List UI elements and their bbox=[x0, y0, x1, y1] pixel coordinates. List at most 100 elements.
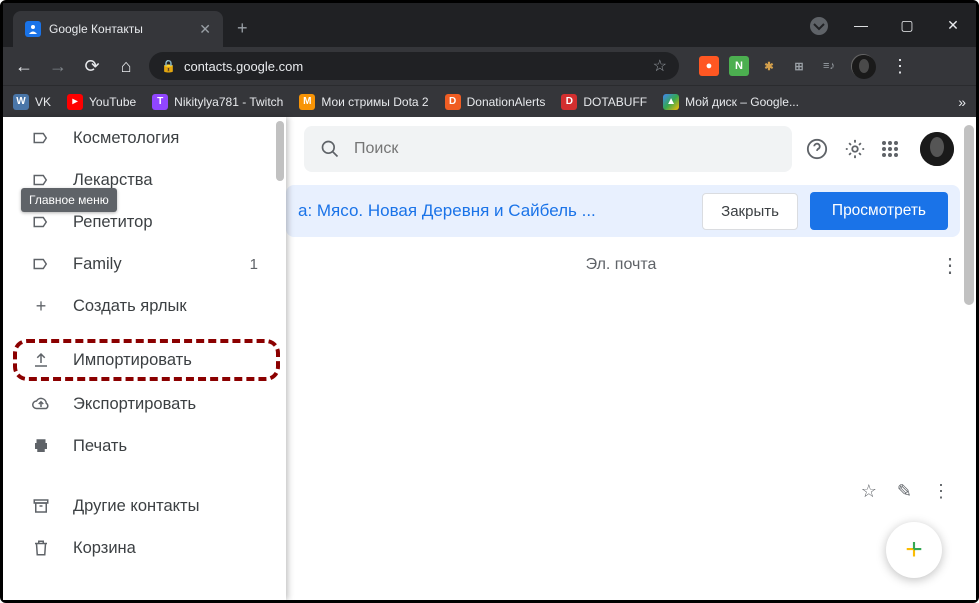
search-box[interactable] bbox=[304, 126, 792, 172]
window-maximize-button[interactable]: ▢ bbox=[884, 9, 930, 41]
sidebar-item-label: Family bbox=[73, 255, 228, 274]
archive-icon bbox=[31, 497, 51, 515]
tab-title: Google Контакты bbox=[49, 22, 191, 36]
column-menu-button[interactable]: ⋮ bbox=[940, 253, 960, 278]
bookmark-label: YouTube bbox=[89, 95, 136, 109]
label-icon bbox=[31, 171, 51, 189]
plus-icon: + bbox=[31, 296, 51, 317]
bookmark-label: DonationAlerts bbox=[467, 95, 546, 109]
bookmark-icon: W bbox=[13, 94, 29, 110]
extension-icon[interactable]: N bbox=[729, 56, 749, 76]
sidebar-label-item[interactable]: Косметология bbox=[3, 117, 286, 159]
nav-back-button[interactable]: ← bbox=[13, 56, 35, 77]
help-icon[interactable] bbox=[806, 138, 830, 160]
bookmark-icon: M bbox=[299, 94, 315, 110]
sidebar-scrollbar[interactable] bbox=[276, 121, 284, 181]
tab-close-icon[interactable]: ✕ bbox=[199, 21, 211, 38]
window-minimize-button[interactable]: ― bbox=[838, 9, 884, 41]
banner-text: а: Мясо. Новая Деревня и Сайбель ... bbox=[298, 201, 690, 221]
sidebar-item-label: Репетитор bbox=[73, 213, 268, 232]
nav-reload-button[interactable]: ⟳ bbox=[81, 56, 103, 77]
bookmark-star-icon[interactable]: ☆ bbox=[653, 56, 667, 76]
column-email-header: Эл. почта bbox=[302, 256, 940, 274]
bookmark-icon: T bbox=[152, 94, 168, 110]
bookmark-item[interactable]: W VK bbox=[13, 94, 51, 110]
bookmark-label: VK bbox=[35, 95, 51, 109]
extension-icons: ● N ✱ ⊞ ≡♪ bbox=[699, 56, 839, 76]
banner-view-button[interactable]: Просмотреть bbox=[810, 192, 948, 230]
sidebar: Косметология Лекарства Главное меню Репе… bbox=[3, 117, 286, 600]
sidebar-print[interactable]: Печать bbox=[3, 425, 286, 467]
sidebar-item-label: Лекарства bbox=[73, 171, 268, 190]
extension-icon[interactable]: ● bbox=[699, 56, 719, 76]
row-menu-icon[interactable]: ⋮ bbox=[932, 481, 950, 502]
sidebar-item-label: Косметология bbox=[73, 129, 268, 148]
sidebar-item-label: Импортировать bbox=[73, 351, 258, 370]
main-panel: а: Мясо. Новая Деревня и Сайбель ... Зак… bbox=[286, 117, 976, 600]
tooltip: Главное меню bbox=[21, 188, 117, 212]
bookmark-icon: ▲ bbox=[663, 94, 679, 110]
profile-avatar[interactable] bbox=[851, 54, 875, 78]
banner-close-button[interactable]: Закрыть bbox=[702, 193, 798, 230]
bookmark-icon: D bbox=[445, 94, 461, 110]
new-tab-button[interactable]: + bbox=[237, 18, 248, 39]
label-icon bbox=[31, 129, 51, 147]
bookmark-item[interactable]: D DOTABUFF bbox=[561, 94, 647, 110]
sidebar-item-label: Другие контакты bbox=[73, 497, 268, 516]
sidebar-label-item[interactable]: Family 1 bbox=[3, 243, 286, 285]
top-bar bbox=[286, 117, 976, 181]
bookmark-icon: D bbox=[561, 94, 577, 110]
browser-tab[interactable]: Google Контакты ✕ bbox=[13, 11, 223, 47]
notification-banner: а: Мясо. Новая Деревня и Сайбель ... Зак… bbox=[286, 185, 960, 237]
sidebar-import[interactable]: Импортировать bbox=[13, 339, 280, 381]
nav-home-button[interactable]: ⌂ bbox=[115, 56, 137, 77]
page-content: Косметология Лекарства Главное меню Репе… bbox=[3, 117, 976, 600]
main-scrollbar[interactable] bbox=[964, 125, 974, 305]
sidebar-export[interactable]: Экспортировать bbox=[3, 383, 286, 425]
edit-pencil-icon[interactable]: ✎ bbox=[897, 481, 912, 502]
lock-icon: 🔒 bbox=[161, 59, 176, 73]
trash-icon bbox=[31, 539, 51, 557]
contacts-favicon bbox=[25, 21, 41, 37]
sidebar-trash[interactable]: Корзина bbox=[3, 527, 286, 569]
account-avatar[interactable] bbox=[920, 132, 954, 166]
bookmark-item[interactable]: T Nikitylya781 - Twitch bbox=[152, 94, 283, 110]
create-contact-fab[interactable]: + bbox=[886, 522, 942, 578]
search-icon bbox=[320, 139, 340, 159]
bookmark-item[interactable]: ▸ YouTube bbox=[67, 94, 136, 110]
sidebar-item-label: Экспортировать bbox=[73, 395, 268, 414]
bookmark-label: DOTABUFF bbox=[583, 95, 647, 109]
bookmarks-bar: W VK ▸ YouTube T Nikitylya781 - Twitch M Мои… bbox=[3, 85, 976, 117]
search-input[interactable] bbox=[354, 140, 776, 158]
star-icon[interactable]: ☆ bbox=[861, 481, 877, 502]
sidebar-create-label[interactable]: + Создать ярлык bbox=[3, 285, 286, 327]
sidebar-item-label: Печать bbox=[73, 437, 268, 456]
bookmark-label: Nikitylya781 - Twitch bbox=[174, 95, 283, 109]
plus-multicolor-icon: + bbox=[905, 533, 923, 567]
nav-forward-button[interactable]: → bbox=[47, 56, 69, 77]
address-bar: ← → ⟳ ⌂ 🔒 contacts.google.com ☆ ● N ✱ ⊞ … bbox=[3, 47, 976, 85]
omnibox[interactable]: 🔒 contacts.google.com ☆ bbox=[149, 52, 679, 80]
bookmark-icon: ▸ bbox=[67, 94, 83, 110]
browser-menu-button[interactable]: ⋮ bbox=[891, 56, 909, 77]
label-icon bbox=[31, 213, 51, 231]
list-column-header: Эл. почта ⋮ bbox=[286, 237, 976, 293]
sidebar-other-contacts[interactable]: Другие контакты bbox=[3, 485, 286, 527]
extension-icon[interactable]: ✱ bbox=[759, 56, 779, 76]
bookmark-label: Мои стримы Dota 2 bbox=[321, 95, 428, 109]
bookmark-item[interactable]: D DonationAlerts bbox=[445, 94, 546, 110]
extension-icon[interactable]: ≡♪ bbox=[819, 56, 839, 76]
settings-gear-icon[interactable] bbox=[844, 138, 868, 160]
bookmark-item[interactable]: ▲Мой диск – Google... bbox=[663, 94, 799, 110]
cloud-upload-icon bbox=[31, 395, 51, 413]
apps-grid-icon[interactable] bbox=[882, 141, 906, 157]
tab-indicator-icon[interactable] bbox=[810, 17, 828, 35]
extension-icon[interactable]: ⊞ bbox=[789, 56, 809, 76]
sidebar-item-count: 1 bbox=[250, 256, 258, 273]
row-hover-actions: ☆ ✎ ⋮ bbox=[861, 481, 950, 502]
bookmarks-overflow-button[interactable]: » bbox=[958, 94, 966, 110]
window-titlebar: Google Контакты ✕ + ― ▢ ✕ bbox=[3, 3, 976, 47]
window-close-button[interactable]: ✕ bbox=[930, 9, 976, 41]
bookmark-item[interactable]: M Мои стримы Dota 2 bbox=[299, 94, 428, 110]
label-icon bbox=[31, 255, 51, 273]
